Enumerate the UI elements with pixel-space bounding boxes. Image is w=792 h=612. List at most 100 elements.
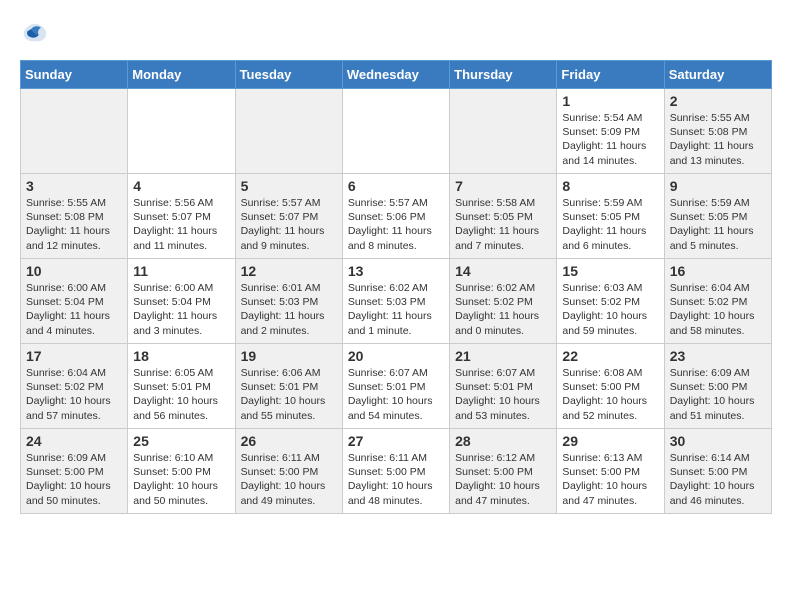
- calendar-cell: 21 Sunrise: 6:07 AM Sunset: 5:01 PM Dayli…: [450, 344, 557, 429]
- calendar-cell: 5 Sunrise: 5:57 AM Sunset: 5:07 PM Daylig…: [235, 174, 342, 259]
- day-info: Sunrise: 5:55 AM Sunset: 5:08 PM Dayligh…: [670, 111, 766, 168]
- day-number: 16: [670, 263, 766, 279]
- calendar-cell: 11 Sunrise: 6:00 AM Sunset: 5:04 PM Dayli…: [128, 259, 235, 344]
- day-info: Sunrise: 6:09 AM Sunset: 5:00 PM Dayligh…: [26, 451, 122, 508]
- logo-bird-icon: [20, 20, 50, 50]
- page-header: [20, 20, 772, 50]
- calendar-cell: 23 Sunrise: 6:09 AM Sunset: 5:00 PM Dayli…: [664, 344, 771, 429]
- calendar-cell: [342, 89, 449, 174]
- day-number: 13: [348, 263, 444, 279]
- day-info: Sunrise: 6:11 AM Sunset: 5:00 PM Dayligh…: [241, 451, 337, 508]
- calendar-cell: 12Sunrise: 6:01 AM Sunset: 5:03 PM Dayli…: [235, 259, 342, 344]
- calendar-header-row: SundayMondayTuesdayWednesdayThursdayFrid…: [21, 61, 772, 89]
- calendar-cell: [450, 89, 557, 174]
- calendar-cell: 4 Sunrise: 5:56 AM Sunset: 5:07 PM Daylig…: [128, 174, 235, 259]
- day-number: 14: [455, 263, 551, 279]
- day-number: 17: [26, 348, 122, 364]
- weekday-header-saturday: Saturday: [664, 61, 771, 89]
- weekday-header-sunday: Sunday: [21, 61, 128, 89]
- calendar-cell: 24 Sunrise: 6:09 AM Sunset: 5:00 PM Dayli…: [21, 429, 128, 514]
- calendar-table: SundayMondayTuesdayWednesdayThursdayFrid…: [20, 60, 772, 514]
- day-info: Sunrise: 5:56 AM Sunset: 5:07 PM Dayligh…: [133, 196, 229, 253]
- day-number: 20: [348, 348, 444, 364]
- calendar-cell: 16 Sunrise: 6:04 AM Sunset: 5:02 PM Dayli…: [664, 259, 771, 344]
- calendar-cell: 30 Sunrise: 6:14 AM Sunset: 5:00 PM Dayli…: [664, 429, 771, 514]
- calendar-cell: 14 Sunrise: 6:02 AM Sunset: 5:02 PM Dayli…: [450, 259, 557, 344]
- calendar-cell: 25 Sunrise: 6:10 AM Sunset: 5:00 PM Dayli…: [128, 429, 235, 514]
- calendar-week-5: 24 Sunrise: 6:09 AM Sunset: 5:00 PM Dayli…: [21, 429, 772, 514]
- calendar-cell: 19 Sunrise: 6:06 AM Sunset: 5:01 PM Dayli…: [235, 344, 342, 429]
- calendar-cell: 13 Sunrise: 6:02 AM Sunset: 5:03 PM Dayli…: [342, 259, 449, 344]
- day-number: 7: [455, 178, 551, 194]
- weekday-header-tuesday: Tuesday: [235, 61, 342, 89]
- calendar-cell: 26Sunrise: 6:11 AM Sunset: 5:00 PM Dayli…: [235, 429, 342, 514]
- calendar-week-4: 17 Sunrise: 6:04 AM Sunset: 5:02 PM Dayli…: [21, 344, 772, 429]
- day-info: Sunrise: 6:07 AM Sunset: 5:01 PM Dayligh…: [455, 366, 551, 423]
- day-info: Sunrise: 6:00 AM Sunset: 5:04 PM Dayligh…: [26, 281, 122, 338]
- day-number: 30: [670, 433, 766, 449]
- calendar-cell: [235, 89, 342, 174]
- calendar-cell: 18 Sunrise: 6:05 AM Sunset: 5:01 PM Dayli…: [128, 344, 235, 429]
- day-number: 21: [455, 348, 551, 364]
- day-info: Sunrise: 6:11 AM Sunset: 5:00 PM Dayligh…: [348, 451, 444, 508]
- weekday-header-friday: Friday: [557, 61, 664, 89]
- day-number: 9: [670, 178, 766, 194]
- day-info: Sunrise: 5:57 AM Sunset: 5:06 PM Dayligh…: [348, 196, 444, 253]
- day-info: Sunrise: 6:09 AM Sunset: 5:00 PM Dayligh…: [670, 366, 766, 423]
- day-number: 22: [562, 348, 658, 364]
- day-info: Sunrise: 6:10 AM Sunset: 5:00 PM Dayligh…: [133, 451, 229, 508]
- calendar-cell: 2 Sunrise: 5:55 AM Sunset: 5:08 PM Daylig…: [664, 89, 771, 174]
- day-info: Sunrise: 6:01 AM Sunset: 5:03 PM Dayligh…: [241, 281, 337, 338]
- calendar-cell: 8 Sunrise: 5:59 AM Sunset: 5:05 PM Daylig…: [557, 174, 664, 259]
- calendar-week-2: 3Sunrise: 5:55 AM Sunset: 5:08 PM Daylig…: [21, 174, 772, 259]
- day-info: Sunrise: 5:57 AM Sunset: 5:07 PM Dayligh…: [241, 196, 337, 253]
- day-number: 29: [562, 433, 658, 449]
- day-info: Sunrise: 6:02 AM Sunset: 5:03 PM Dayligh…: [348, 281, 444, 338]
- calendar-cell: 22 Sunrise: 6:08 AM Sunset: 5:00 PM Dayli…: [557, 344, 664, 429]
- day-number: 2: [670, 93, 766, 109]
- day-number: 24: [26, 433, 122, 449]
- calendar-cell: [21, 89, 128, 174]
- calendar-cell: 10Sunrise: 6:00 AM Sunset: 5:04 PM Dayli…: [21, 259, 128, 344]
- day-info: Sunrise: 6:06 AM Sunset: 5:01 PM Dayligh…: [241, 366, 337, 423]
- day-number: 8: [562, 178, 658, 194]
- day-info: Sunrise: 6:04 AM Sunset: 5:02 PM Dayligh…: [26, 366, 122, 423]
- calendar-cell: 6 Sunrise: 5:57 AM Sunset: 5:06 PM Daylig…: [342, 174, 449, 259]
- day-number: 23: [670, 348, 766, 364]
- day-info: Sunrise: 6:02 AM Sunset: 5:02 PM Dayligh…: [455, 281, 551, 338]
- calendar-cell: 9 Sunrise: 5:59 AM Sunset: 5:05 PM Daylig…: [664, 174, 771, 259]
- calendar-cell: 28 Sunrise: 6:12 AM Sunset: 5:00 PM Dayli…: [450, 429, 557, 514]
- day-info: Sunrise: 6:04 AM Sunset: 5:02 PM Dayligh…: [670, 281, 766, 338]
- day-info: Sunrise: 6:12 AM Sunset: 5:00 PM Dayligh…: [455, 451, 551, 508]
- day-info: Sunrise: 6:00 AM Sunset: 5:04 PM Dayligh…: [133, 281, 229, 338]
- day-number: 6: [348, 178, 444, 194]
- day-info: Sunrise: 5:54 AM Sunset: 5:09 PM Dayligh…: [562, 111, 658, 168]
- calendar-cell: 17 Sunrise: 6:04 AM Sunset: 5:02 PM Dayli…: [21, 344, 128, 429]
- day-info: Sunrise: 6:07 AM Sunset: 5:01 PM Dayligh…: [348, 366, 444, 423]
- calendar-cell: 20 Sunrise: 6:07 AM Sunset: 5:01 PM Dayli…: [342, 344, 449, 429]
- day-info: Sunrise: 5:59 AM Sunset: 5:05 PM Dayligh…: [670, 196, 766, 253]
- weekday-header-monday: Monday: [128, 61, 235, 89]
- day-number: 4: [133, 178, 229, 194]
- day-number: 19: [241, 348, 337, 364]
- day-info: Sunrise: 6:13 AM Sunset: 5:00 PM Dayligh…: [562, 451, 658, 508]
- day-info: Sunrise: 6:08 AM Sunset: 5:00 PM Dayligh…: [562, 366, 658, 423]
- day-info: Sunrise: 5:59 AM Sunset: 5:05 PM Dayligh…: [562, 196, 658, 253]
- day-info: Sunrise: 5:55 AM Sunset: 5:08 PM Dayligh…: [26, 196, 122, 253]
- calendar-cell: 1 Sunrise: 5:54 AM Sunset: 5:09 PM Daylig…: [557, 89, 664, 174]
- calendar-week-3: 10Sunrise: 6:00 AM Sunset: 5:04 PM Dayli…: [21, 259, 772, 344]
- day-number: 1: [562, 93, 658, 109]
- day-info: Sunrise: 6:14 AM Sunset: 5:00 PM Dayligh…: [670, 451, 766, 508]
- calendar-cell: 27Sunrise: 6:11 AM Sunset: 5:00 PM Dayli…: [342, 429, 449, 514]
- logo: [20, 20, 55, 50]
- day-info: Sunrise: 6:03 AM Sunset: 5:02 PM Dayligh…: [562, 281, 658, 338]
- day-number: 11: [133, 263, 229, 279]
- calendar-body: 1 Sunrise: 5:54 AM Sunset: 5:09 PM Daylig…: [21, 89, 772, 514]
- day-info: Sunrise: 6:05 AM Sunset: 5:01 PM Dayligh…: [133, 366, 229, 423]
- day-number: 18: [133, 348, 229, 364]
- calendar-cell: [128, 89, 235, 174]
- day-number: 28: [455, 433, 551, 449]
- calendar-week-1: 1 Sunrise: 5:54 AM Sunset: 5:09 PM Daylig…: [21, 89, 772, 174]
- day-number: 5: [241, 178, 337, 194]
- day-number: 25: [133, 433, 229, 449]
